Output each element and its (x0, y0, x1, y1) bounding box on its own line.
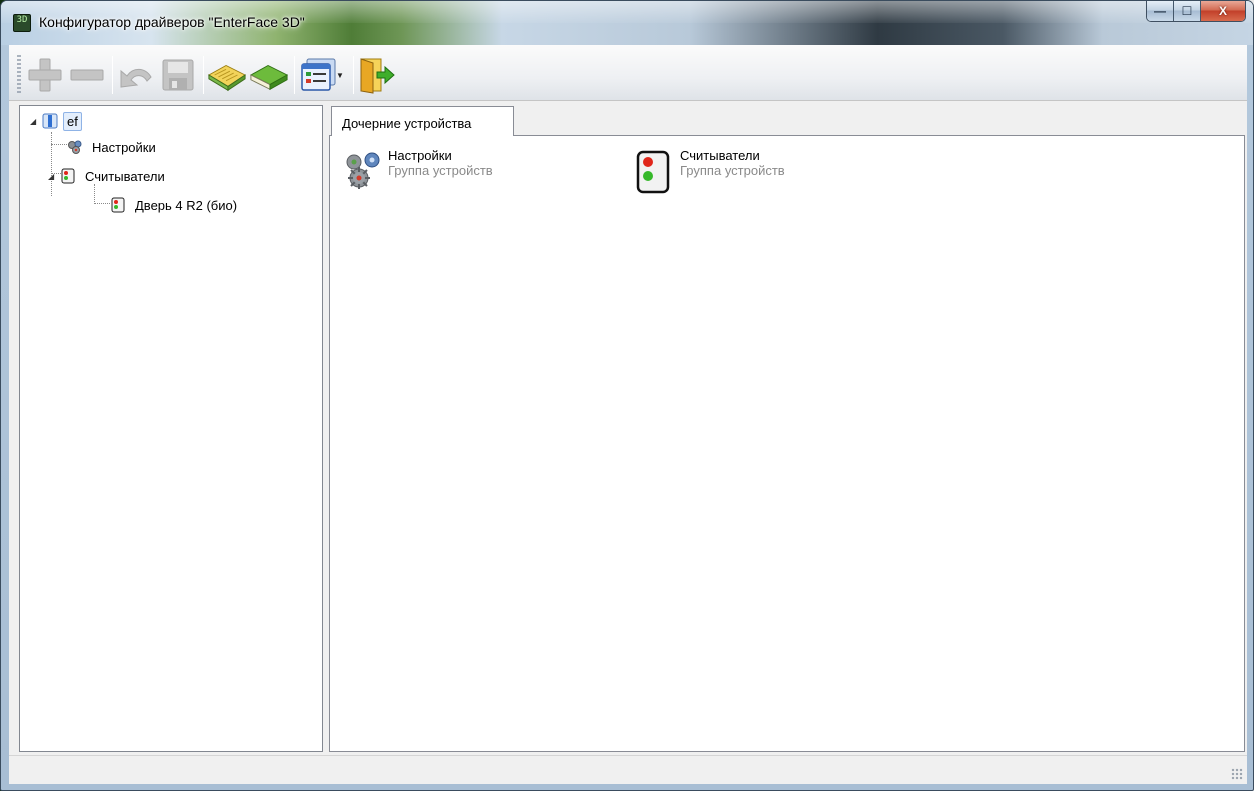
collapse-arrow-icon[interactable]: ◢ (48, 172, 58, 181)
closed-book-icon (249, 64, 289, 91)
toolbar-separator (203, 56, 204, 94)
child-device-readers[interactable]: Считыватели Группа устройств (636, 148, 785, 196)
close-button[interactable]: X (1201, 1, 1245, 21)
app-icon[interactable]: 3D (13, 14, 31, 32)
tree-connector (94, 203, 110, 204)
exit-door-icon (360, 58, 395, 94)
main-window: 3D Конфигуратор драйверов "EnterFace 3D"… (0, 0, 1254, 791)
save-button[interactable] (158, 53, 198, 97)
device-tree[interactable]: ◢ ef Настройки ◢ Считыватели Дверь 4 R2 … (19, 105, 323, 752)
open-book-button[interactable] (207, 53, 247, 97)
closed-book-button[interactable] (249, 53, 289, 97)
minimize-button[interactable]: — (1147, 1, 1174, 21)
toolbar-separator (112, 56, 113, 94)
tree-node-label: Настройки (92, 139, 156, 155)
child-device-title: Считыватели (680, 148, 760, 163)
client-area: ▼ ◢ ef Настройки ◢ Считыватели Дверь 4 R… (9, 45, 1247, 784)
tree-node-label: ef (63, 111, 82, 131)
child-device-title: Настройки (388, 148, 452, 163)
tree-node-door[interactable]: Дверь 4 R2 (био) (110, 194, 241, 216)
open-book-icon (207, 64, 247, 92)
toolbar-separator (352, 56, 354, 94)
undo-button[interactable] (116, 53, 156, 97)
title-bar[interactable]: 3D Конфигуратор драйверов "EnterFace 3D"… (1, 1, 1253, 45)
child-device-text: Настройки Группа устройств (388, 148, 493, 178)
remove-button[interactable] (67, 53, 107, 97)
window-title: Конфигуратор драйверов "EnterFace 3D" (39, 14, 305, 30)
status-bar (9, 755, 1247, 784)
tree-node-label: Дверь 4 R2 (био) (135, 197, 238, 213)
resize-grip-icon[interactable] (1231, 768, 1243, 780)
child-device-text: Считыватели Группа устройств (680, 148, 785, 178)
exit-button[interactable] (357, 53, 397, 97)
child-devices-panel: Настройки Группа устройств Считыватели Г… (329, 135, 1245, 752)
list-view-icon (301, 58, 336, 91)
driver-icon (42, 113, 58, 129)
tree-node-label: Считыватели (85, 168, 165, 184)
child-device-subtitle: Группа устройств (388, 163, 493, 178)
add-button[interactable] (25, 53, 65, 97)
traffic-light-icon (61, 168, 75, 184)
child-device-settings[interactable]: Настройки Группа устройств (344, 148, 493, 196)
tree-node-settings[interactable]: Настройки (67, 136, 160, 158)
plus-icon (28, 58, 62, 92)
toolbar-separator (294, 56, 295, 94)
tree-connector (51, 144, 67, 145)
child-device-subtitle: Группа устройств (680, 163, 785, 178)
minus-icon (70, 69, 104, 81)
gears-icon (68, 140, 82, 154)
window-controls: — ☐ X (1146, 1, 1246, 22)
undo-arrow-icon (120, 68, 152, 88)
maximize-button[interactable]: ☐ (1174, 1, 1201, 21)
toolbar-grip[interactable] (17, 55, 21, 95)
gears-icon (346, 152, 380, 189)
tree-node-ef[interactable]: ◢ ef (30, 110, 82, 132)
view-mode-button[interactable] (298, 53, 338, 97)
tab-child-devices[interactable]: Дочерние устройства (331, 106, 514, 136)
view-mode-dropdown-arrow[interactable]: ▼ (336, 71, 344, 80)
traffic-light-icon (111, 197, 125, 213)
traffic-light-icon (636, 150, 670, 194)
floppy-disk-icon (162, 59, 194, 91)
tree-connector (94, 184, 95, 204)
collapse-arrow-icon[interactable]: ◢ (30, 117, 40, 126)
toolbar: ▼ (9, 45, 1247, 101)
tree-node-readers[interactable]: ◢ Считыватели (48, 165, 169, 187)
